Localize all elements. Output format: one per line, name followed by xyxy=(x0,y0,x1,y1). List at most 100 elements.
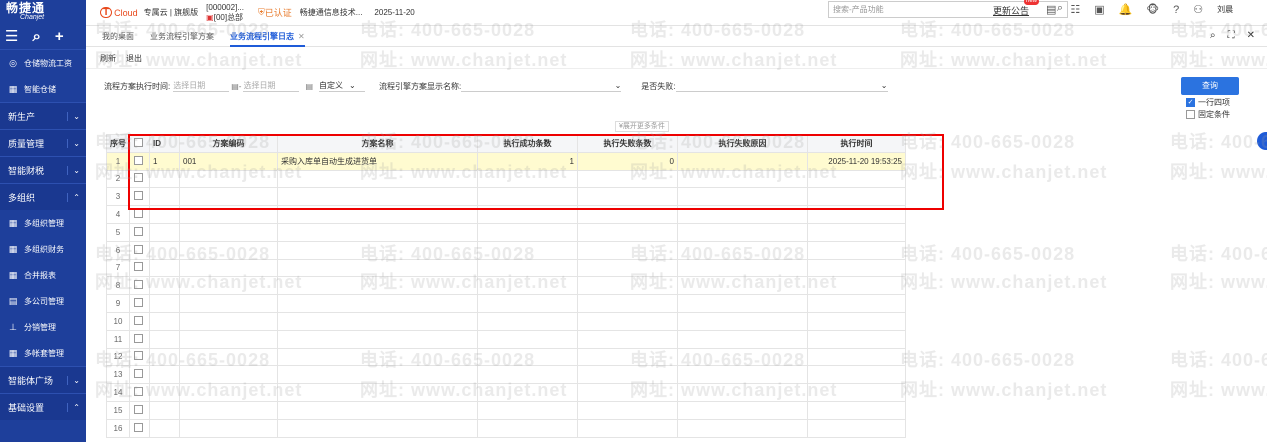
table-row[interactable]: 10 xyxy=(106,311,906,331)
table-row[interactable]: 14 xyxy=(106,383,906,402)
sidebar-item-multicompany[interactable]: ▤ 多公司管理 xyxy=(0,288,86,314)
col-reason[interactable]: 执行失败原因 xyxy=(677,134,808,153)
row-checkbox[interactable] xyxy=(133,298,143,308)
sidebar-group-production[interactable]: 新生产 ⌄ xyxy=(0,102,86,129)
user-icon[interactable]: ⚇ xyxy=(1193,3,1203,16)
checkbox-icon[interactable] xyxy=(1186,110,1195,119)
fullscreen-icon[interactable]: ⛶ xyxy=(1228,30,1235,41)
sidebar-group-finance[interactable]: 智能财税 ⌄ xyxy=(0,156,86,183)
table-row[interactable]: 5 xyxy=(106,222,906,242)
bell-icon[interactable]: 🔔 xyxy=(1119,3,1133,16)
menu-icon[interactable]: ☰ xyxy=(5,29,18,44)
chevron-down-icon[interactable]: ⌄ xyxy=(67,165,80,175)
cell-select[interactable] xyxy=(129,400,150,420)
sidebar-group-quality[interactable]: 质量管理 ⌄ xyxy=(0,129,86,156)
col-id[interactable]: ID xyxy=(149,134,180,153)
col-time[interactable]: 执行时间 xyxy=(807,134,906,153)
cell-select[interactable] xyxy=(129,169,150,189)
cell-select[interactable] xyxy=(129,276,150,296)
layout-icon[interactable]: ▤ xyxy=(1046,3,1056,16)
sidebar-item-distribution[interactable]: ⊥ 分销管理 xyxy=(0,314,86,340)
fixed-condition-option[interactable]: 固定条件 xyxy=(1186,109,1230,120)
sidebar-group-basic-settings[interactable]: 基础设置 ⌃ xyxy=(0,393,86,420)
row-checkbox[interactable] xyxy=(133,155,143,165)
table-row[interactable]: 16 xyxy=(106,418,906,438)
col-code[interactable]: 方案编码 xyxy=(179,134,278,153)
col-fail[interactable]: 执行失败条数 xyxy=(577,134,678,153)
sidebar-item-multiorg-mgmt[interactable]: ▦ 多组织管理 xyxy=(0,210,86,236)
side-float-button[interactable] xyxy=(1257,132,1267,150)
row-checkbox[interactable] xyxy=(133,262,143,272)
cell-select[interactable] xyxy=(129,418,150,438)
cell-select[interactable] xyxy=(129,294,150,313)
table-row[interactable]: 15 xyxy=(106,400,906,420)
monitor-icon[interactable]: ▣ xyxy=(1094,3,1104,16)
table-row[interactable]: 6 xyxy=(106,240,906,260)
table-row[interactable]: 11 xyxy=(106,329,906,349)
cell-select[interactable] xyxy=(129,347,150,367)
table-row[interactable]: 4 xyxy=(106,205,906,224)
cell-select[interactable] xyxy=(129,311,150,331)
org-selector[interactable]: [000002]... ▣[00]总部 xyxy=(206,3,244,23)
chevron-down-icon[interactable]: ⌄ xyxy=(67,375,80,385)
close-icon[interactable]: ✕ xyxy=(298,32,305,41)
refresh-button[interactable]: 刷新 xyxy=(100,53,116,64)
sidebar-item-consolidated[interactable]: ▦ 合并报表 xyxy=(0,262,86,288)
table-row[interactable]: 2 xyxy=(106,169,906,189)
end-date-field[interactable]: 选择日期 xyxy=(243,80,300,92)
row-checkbox[interactable] xyxy=(133,404,143,414)
expand-more-button[interactable]: ¥展开更多条件 xyxy=(615,121,669,132)
start-date-field[interactable]: 选择日期 xyxy=(173,80,230,92)
cell-select[interactable] xyxy=(129,240,150,260)
scheme-name-select[interactable]: ⌄ xyxy=(461,80,622,92)
sidebar-item-storage[interactable]: ◎ 仓储物流工资 xyxy=(0,50,86,76)
row-checkbox[interactable] xyxy=(133,387,143,397)
close-icon[interactable]: ✕ xyxy=(1247,30,1255,41)
col-name[interactable]: 方案名称 xyxy=(277,134,478,153)
exit-button[interactable]: 退出 xyxy=(126,53,142,64)
cell-select[interactable] xyxy=(129,222,150,242)
sidebar-group-agents[interactable]: 智能体广场 ⌄ xyxy=(0,366,86,393)
custom-range-select[interactable]: 自定义 ⌄ xyxy=(319,80,366,92)
announce-link[interactable]: 更新公告 new xyxy=(993,0,1040,17)
col-select[interactable] xyxy=(129,134,150,153)
cell-select[interactable] xyxy=(129,258,150,278)
table-row[interactable]: 8 xyxy=(106,276,906,296)
row-checkbox[interactable] xyxy=(133,351,143,361)
row-checkbox[interactable] xyxy=(133,209,143,219)
table-row[interactable]: 7 xyxy=(106,258,906,278)
certified-badge[interactable]: ⛨ 已认证 xyxy=(258,6,292,19)
table-row[interactable]: 9 xyxy=(106,294,906,313)
cell-select[interactable] xyxy=(129,187,150,207)
row-checkbox[interactable] xyxy=(133,226,143,236)
company-name[interactable]: 畅捷通信息技术... xyxy=(300,7,363,18)
mascot-icon[interactable]: 🐵 xyxy=(1146,3,1159,16)
sidebar-group-multiorg[interactable]: 多组织 ⌃ xyxy=(0,183,86,210)
cell-select[interactable] xyxy=(129,383,150,402)
chevron-up-icon[interactable]: ⌃ xyxy=(67,192,80,202)
col-success[interactable]: 执行成功条数 xyxy=(477,134,578,153)
sidebar-item-multiorg-finance[interactable]: ▦ 多组织财务 xyxy=(0,236,86,262)
tasks-icon[interactable]: ☷ xyxy=(1070,3,1080,16)
row-checkbox[interactable] xyxy=(133,422,143,432)
chevron-down-icon[interactable]: ⌄ xyxy=(67,138,80,148)
tab-engine-scheme[interactable]: 业务流程引擎方案 xyxy=(150,26,214,47)
row-checkbox[interactable] xyxy=(133,191,143,201)
row-checkbox[interactable] xyxy=(133,173,143,183)
cell-select[interactable] xyxy=(129,329,150,349)
add-icon[interactable]: + xyxy=(55,29,64,44)
calendar-icon[interactable]: ▤- xyxy=(231,82,241,91)
row-checkbox[interactable] xyxy=(133,280,143,290)
search-icon[interactable]: ⌕ xyxy=(1210,30,1216,41)
table-row[interactable]: 3 xyxy=(106,187,906,207)
query-button[interactable]: 查询 xyxy=(1181,77,1239,95)
row-checkbox[interactable] xyxy=(133,369,143,379)
calendar-icon[interactable]: ▤ xyxy=(305,82,313,91)
sidebar-item-warehouse[interactable]: ▦ 智能仓储 xyxy=(0,76,86,102)
chevron-down-icon[interactable]: ⌄ xyxy=(67,111,80,121)
select-all-checkbox[interactable] xyxy=(133,137,143,147)
tab-engine-log[interactable]: 业务流程引擎日志 ✕ xyxy=(230,26,305,47)
one-row-four-option[interactable]: ✓ 一行四项 xyxy=(1186,97,1230,108)
table-row[interactable]: 13 xyxy=(106,365,906,385)
checkbox-checked-icon[interactable]: ✓ xyxy=(1186,98,1195,107)
